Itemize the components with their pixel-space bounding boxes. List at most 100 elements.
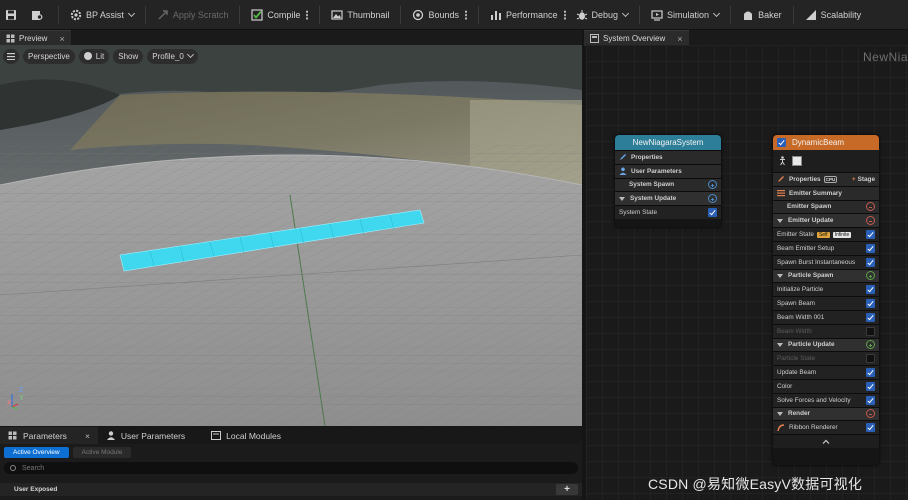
viewport-menu-button[interactable]	[3, 48, 19, 64]
render-row[interactable]: Render	[773, 406, 879, 421]
baker-button[interactable]: Baker	[737, 4, 787, 26]
add-module-icon[interactable]	[866, 271, 875, 281]
emitter-node-title: DynamicBeam	[792, 138, 845, 147]
apply-scratch-button[interactable]: Apply Scratch	[152, 4, 234, 26]
color-row[interactable]: Color	[773, 378, 879, 393]
close-icon[interactable]: ×	[85, 431, 90, 441]
system-spawn-row[interactable]: System Spawn	[615, 177, 721, 192]
scalability-button[interactable]: Scalability	[800, 4, 867, 26]
system-user-parameters-row[interactable]: User Parameters	[615, 163, 721, 178]
more-options-icon[interactable]	[306, 9, 309, 20]
perspective-label: Perspective	[28, 51, 70, 61]
system-node-header[interactable]: NewNiagaraSystem	[615, 135, 721, 150]
bp-assist-button[interactable]: BP Assist	[65, 4, 139, 26]
enable-checkbox[interactable]	[708, 208, 717, 218]
debug-button[interactable]: Debug	[571, 4, 634, 26]
emitter-properties-row[interactable]: Properties CPU + Stage	[773, 172, 879, 186]
enable-checkbox[interactable]	[866, 381, 875, 391]
enable-checkbox[interactable]	[866, 423, 875, 433]
perspective-button[interactable]: Perspective	[23, 48, 75, 64]
enable-checkbox[interactable]	[866, 299, 875, 309]
show-button[interactable]: Show	[113, 48, 144, 64]
expand-triangle-icon[interactable]	[619, 196, 625, 201]
lit-button[interactable]: Lit	[78, 48, 110, 64]
particle-update-row[interactable]: Particle Update	[773, 337, 879, 352]
tab-local-modules[interactable]: Local Modules	[203, 427, 289, 444]
stage-button[interactable]: + Stage	[852, 176, 875, 183]
performance-button[interactable]: Performance	[485, 4, 571, 26]
system-properties-row[interactable]: Properties	[615, 150, 721, 164]
emitter-node[interactable]: DynamicBeam Properties CPU + Stage Emitt	[773, 135, 879, 465]
system-state-row[interactable]: System State	[615, 205, 721, 219]
active-module-button[interactable]: Active Module	[72, 447, 132, 458]
expand-triangle-icon[interactable]	[777, 411, 783, 416]
close-icon[interactable]: ×	[677, 34, 682, 44]
system-update-row[interactable]: System Update	[615, 191, 721, 206]
preview-viewport[interactable]: Perspective Lit Show Profile_0 Z Y X	[0, 45, 582, 426]
compile-button[interactable]: Compile	[246, 4, 313, 26]
browse-button[interactable]	[26, 4, 52, 26]
emitter-thumbnail[interactable]	[792, 156, 802, 166]
enable-checkbox[interactable]	[866, 368, 875, 378]
ribbon-renderer-row[interactable]: Ribbon Renderer	[773, 420, 879, 435]
add-module-icon[interactable]	[866, 340, 875, 350]
add-module-icon[interactable]	[866, 202, 875, 212]
search-input[interactable]: Search	[22, 465, 44, 472]
enable-checkbox[interactable]	[866, 326, 875, 336]
axis-x-label: X	[7, 400, 12, 407]
system-node[interactable]: NewNiagaraSystem Properties User Paramet…	[615, 135, 721, 227]
expand-triangle-icon[interactable]	[777, 273, 783, 278]
particle-state-row[interactable]: Particle State	[773, 351, 879, 366]
close-icon[interactable]: ×	[59, 34, 64, 44]
thumbnail-button[interactable]: Thumbnail	[326, 4, 394, 26]
more-options-icon[interactable]	[464, 9, 467, 20]
solve-forces-row[interactable]: Solve Forces and Velocity	[773, 392, 879, 407]
user-exposed-category[interactable]: User Exposed +	[0, 483, 582, 496]
simulation-button[interactable]: Simulation	[646, 4, 724, 26]
enable-checkbox[interactable]	[866, 354, 875, 364]
particle-spawn-row[interactable]: Particle Spawn	[773, 268, 879, 283]
profile-dropdown[interactable]: Profile_0	[147, 48, 198, 64]
parameters-search[interactable]: Search	[4, 462, 578, 474]
enable-checkbox[interactable]	[866, 243, 875, 253]
expand-triangle-icon[interactable]	[777, 218, 783, 223]
tab-user-parameters[interactable]: User Parameters	[98, 427, 193, 444]
enable-checkbox[interactable]	[866, 312, 875, 322]
beam-width-001-row[interactable]: Beam Width 001	[773, 309, 879, 324]
emitter-node-header[interactable]: DynamicBeam	[773, 135, 879, 150]
add-parameter-button[interactable]: +	[556, 484, 578, 495]
system-overview-graph[interactable]: NewNia NewNiagaraSystem Properties User …	[586, 45, 908, 500]
more-options-icon[interactable]	[563, 9, 566, 20]
save-button[interactable]	[0, 4, 26, 26]
spawn-burst-row[interactable]: Spawn Burst Instantaneous	[773, 254, 879, 269]
baker-icon	[742, 9, 754, 21]
toolbar-divider	[319, 5, 321, 24]
beam-emitter-setup-row[interactable]: Beam Emitter Setup	[773, 240, 879, 255]
emitter-update-row[interactable]: Emitter Update	[773, 213, 879, 228]
add-module-icon[interactable]	[708, 194, 717, 204]
enable-checkbox[interactable]	[866, 257, 875, 267]
baker-label: Baker	[758, 9, 782, 20]
add-module-icon[interactable]	[708, 180, 717, 190]
tab-parameters[interactable]: Parameters ×	[0, 427, 98, 444]
enable-checkbox[interactable]	[866, 285, 875, 295]
bounds-button[interactable]: Bounds	[407, 4, 472, 26]
enable-checkbox[interactable]	[866, 395, 875, 405]
enable-checkbox[interactable]	[866, 230, 875, 240]
active-overview-label: Active Overview	[13, 449, 60, 456]
add-renderer-icon[interactable]	[866, 409, 875, 419]
emitter-summary-row[interactable]: Emitter Summary	[773, 185, 879, 200]
update-beam-row[interactable]: Update Beam	[773, 365, 879, 379]
add-module-icon[interactable]	[866, 216, 875, 226]
expand-triangle-icon[interactable]	[777, 342, 783, 347]
tab-preview[interactable]: Preview ×	[0, 30, 71, 46]
emitter-spawn-row[interactable]: Emitter Spawn	[773, 199, 879, 214]
active-overview-button[interactable]: Active Overview	[4, 447, 69, 458]
collapse-node-button[interactable]	[773, 434, 879, 448]
emitter-state-row[interactable]: Emitter State Self Infinite	[773, 227, 879, 241]
beam-width-row[interactable]: Beam Width	[773, 323, 879, 338]
spawn-beam-row[interactable]: Spawn Beam	[773, 296, 879, 310]
initialize-particle-row[interactable]: Initialize Particle	[773, 282, 879, 297]
tab-system-overview[interactable]: System Overview ×	[584, 30, 689, 46]
emitter-enable-checkbox[interactable]	[777, 138, 786, 147]
